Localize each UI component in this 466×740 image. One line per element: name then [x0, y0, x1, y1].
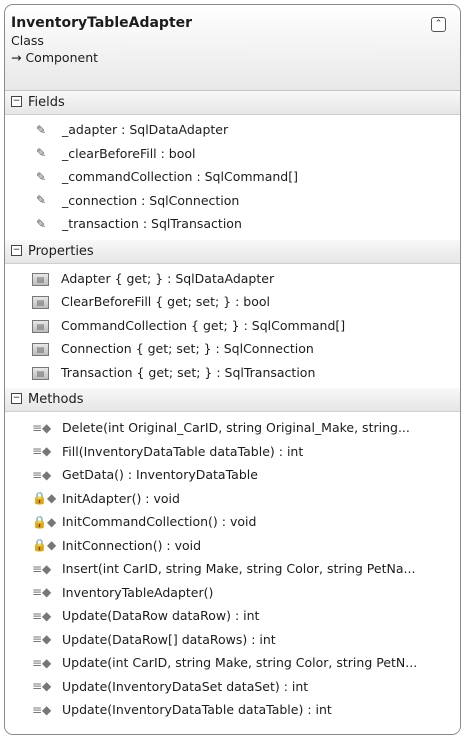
- private-method-icon: 🔒◆: [32, 538, 57, 553]
- property-row[interactable]: ▤ Adapter { get; } : SqlDataAdapter: [5, 267, 460, 291]
- method-row[interactable]: ≡◆ Update(DataRow dataRow) : int: [5, 604, 460, 628]
- property-label: ClearBeforeFill { get; set; } : bool: [61, 294, 270, 309]
- collapse-toggle-icon[interactable]: −: [11, 96, 22, 107]
- collapse-toggle-icon[interactable]: −: [11, 244, 22, 256]
- fields-list: ✎ _adapter : SqlDataAdapter ✎ _clearBefore…: [5, 115, 460, 240]
- collapse-icon[interactable]: ⌃: [431, 17, 446, 32]
- collapse-toggle-icon[interactable]: −: [11, 393, 22, 404]
- method-label: InitConnection() : void: [62, 537, 202, 553]
- method-icon: ≡◆: [32, 632, 52, 647]
- method-row[interactable]: ≡◆ Insert(int CarID, string Make, string …: [5, 557, 460, 581]
- method-row[interactable]: 🔒◆ InitAdapter() : void: [5, 487, 460, 511]
- field-icon: ✎: [35, 193, 47, 208]
- method-label: Update(DataRow dataRow) : int: [62, 608, 260, 623]
- property-icon: ▤: [32, 296, 49, 309]
- property-row[interactable]: ▤ ClearBeforeFill { get; set; } : bool: [5, 290, 460, 314]
- field-row[interactable]: ✎ _transaction : SqlTransaction: [5, 212, 460, 236]
- section-label: Methods: [28, 392, 84, 407]
- private-method-icon: 🔒◆: [32, 491, 57, 506]
- method-row[interactable]: ≡◆ Update(InventoryDataSet dataSet) : int: [5, 675, 460, 699]
- method-label: InventoryTableAdapter(): [62, 584, 214, 600]
- field-row[interactable]: ✎ _clearBeforeFill : bool: [5, 142, 460, 166]
- method-row[interactable]: 🔒◆ InitConnection() : void: [5, 534, 460, 558]
- method-label: Fill(InventoryDataTable dataTable) : int: [62, 443, 304, 459]
- method-row[interactable]: ≡◆ Update(int CarID, string Make, string …: [5, 651, 460, 675]
- property-label: CommandCollection { get; } : SqlCommand[…: [61, 317, 346, 333]
- property-row[interactable]: ▤ Connection { get; set; } : SqlConnectio…: [5, 337, 460, 361]
- method-row[interactable]: ≡◆ Update(InventoryDataTable dataTable) :…: [5, 698, 460, 722]
- method-label: Update(InventoryDataTable dataTable) : i…: [62, 702, 332, 717]
- property-icon: ▤: [32, 366, 49, 380]
- method-label: Update(DataRow[] dataRows) : int: [62, 631, 276, 647]
- method-label: Update(int CarID, string Make, string Co…: [62, 655, 418, 670]
- property-icon: ▤: [32, 343, 49, 356]
- method-label: InitAdapter() : void: [62, 490, 180, 506]
- method-row[interactable]: ≡◆ GetData() : InventoryDataTable: [5, 463, 460, 487]
- base-class: → Component: [11, 50, 99, 65]
- field-label: _transaction : SqlTransaction: [62, 216, 242, 231]
- property-label: Adapter { get; } : SqlDataAdapter: [61, 270, 275, 286]
- private-method-icon: 🔒◆: [32, 514, 57, 529]
- class-name: InventoryTableAdapter: [11, 15, 193, 31]
- field-row[interactable]: ✎ _commandCollection : SqlCommand[]: [5, 165, 460, 189]
- class-kind: Class: [11, 33, 44, 48]
- class-diagram-card: InventoryTableAdapter Class → Component …: [4, 4, 461, 735]
- method-label: Update(InventoryDataSet dataSet) : int: [62, 678, 309, 694]
- method-label: InitCommandCollection() : void: [62, 514, 257, 529]
- method-icon: ≡◆: [32, 420, 52, 435]
- property-label: Connection { get; set; } : SqlConnection: [61, 341, 314, 356]
- method-icon: ≡◆: [32, 679, 52, 694]
- field-label: _commandCollection : SqlCommand[]: [62, 169, 298, 184]
- method-icon: ≡◆: [32, 444, 52, 459]
- field-icon: ✎: [35, 146, 47, 161]
- field-row[interactable]: ✎ _adapter : SqlDataAdapter: [5, 118, 460, 142]
- field-label: _connection : SqlConnection: [62, 192, 240, 208]
- method-icon: ≡◆: [32, 655, 52, 670]
- method-icon: ≡◆: [32, 702, 52, 717]
- property-label: Transaction { get; set; } : SqlTransacti…: [61, 364, 316, 380]
- method-icon: ≡◆: [32, 608, 52, 623]
- method-icon: ≡◆: [32, 467, 52, 482]
- field-icon: ✎: [35, 169, 47, 184]
- field-label: _clearBeforeFill : bool: [62, 145, 196, 161]
- method-label: Delete(int Original_CarID, string Origin…: [62, 420, 410, 435]
- method-row[interactable]: ≡◆ Delete(int Original_CarID, string Orig…: [5, 416, 460, 440]
- field-icon: ✎: [35, 216, 47, 231]
- method-row[interactable]: ≡◆ InventoryTableAdapter(): [5, 581, 460, 605]
- field-icon: ✎: [35, 122, 47, 137]
- field-label: _adapter : SqlDataAdapter: [62, 122, 229, 137]
- method-row[interactable]: ≡◆ Update(DataRow[] dataRows) : int: [5, 628, 460, 652]
- property-icon: ▤: [32, 272, 49, 286]
- section-properties-header[interactable]: − Properties: [5, 239, 460, 264]
- property-row[interactable]: ▤ CommandCollection { get; } : SqlCommand…: [5, 314, 460, 338]
- field-row[interactable]: ✎ _connection : SqlConnection: [5, 189, 460, 213]
- method-icon: ≡◆: [32, 585, 52, 600]
- property-icon: ▤: [32, 319, 49, 333]
- class-header: InventoryTableAdapter Class → Component …: [5, 5, 460, 91]
- method-row[interactable]: ≡◆ Fill(InventoryDataTable dataTable) : i…: [5, 440, 460, 464]
- section-methods-header[interactable]: − Methods: [5, 388, 460, 412]
- section-fields-header[interactable]: − Fields: [5, 91, 460, 115]
- property-row[interactable]: ▤ Transaction { get; set; } : SqlTransact…: [5, 361, 460, 385]
- section-label: Fields: [28, 95, 65, 110]
- method-label: GetData() : InventoryDataTable: [62, 467, 258, 482]
- methods-list: ≡◆ Delete(int Original_CarID, string Orig…: [5, 412, 460, 734]
- method-row[interactable]: 🔒◆ InitCommandCollection() : void: [5, 510, 460, 534]
- properties-list: ▤ Adapter { get; } : SqlDataAdapter ▤ Clea…: [5, 263, 460, 388]
- method-icon: ≡◆: [32, 561, 52, 576]
- method-label: Insert(int CarID, string Make, string Co…: [62, 561, 416, 576]
- section-label: Properties: [28, 243, 94, 259]
